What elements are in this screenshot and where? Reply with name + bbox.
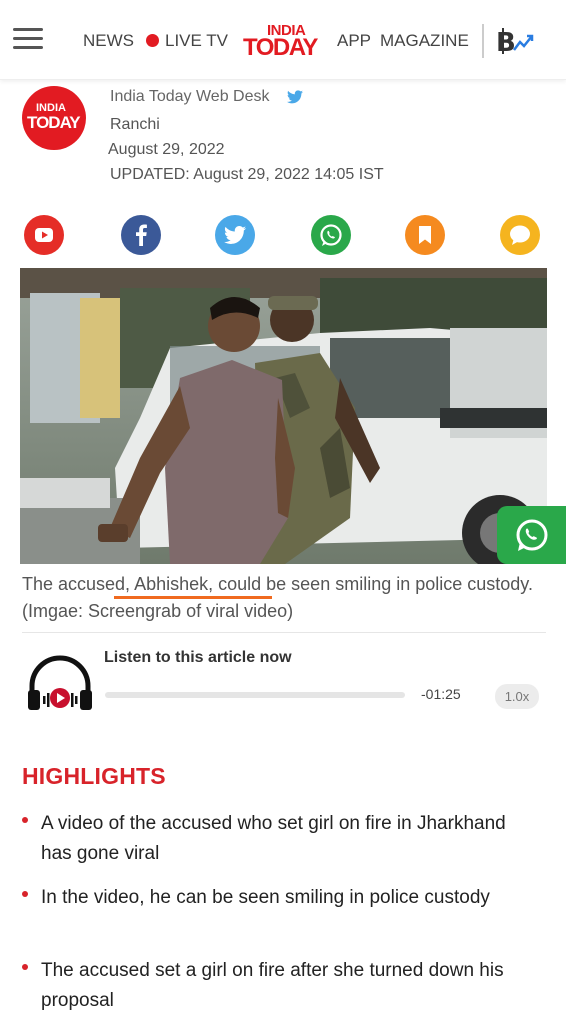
time-remaining: -01:25 (421, 686, 461, 702)
bullet-dot (22, 891, 28, 897)
bitcoin-chart-icon[interactable]: B (494, 26, 534, 58)
nav-divider (482, 24, 484, 58)
bookmark-icon[interactable] (405, 215, 445, 255)
listen-label: Listen to this article now (104, 649, 292, 666)
twitter-icon[interactable] (215, 215, 255, 255)
annotation-underline (114, 596, 272, 599)
author-avatar: INDIA TODAY (22, 86, 86, 150)
updated-timestamp: UPDATED: August 29, 2022 14:05 IST (110, 166, 384, 183)
headphone-play-icon[interactable] (26, 654, 94, 712)
highlight-item: In the video, he can be seen smiling in … (41, 887, 490, 908)
author-logo-line-2: TODAY (27, 113, 81, 132)
whatsapp-float-button[interactable] (497, 506, 566, 564)
twitter-bird-icon[interactable] (287, 90, 303, 104)
hamburger-menu-icon[interactable] (13, 28, 43, 50)
nav-app-link[interactable]: APP (337, 31, 371, 51)
logo-line-2: TODAY (243, 34, 318, 61)
publish-date: August 29, 2022 (108, 141, 225, 158)
svg-text:B: B (496, 28, 516, 56)
bullet-dot (22, 964, 28, 970)
nav-magazine-link[interactable]: MAGAZINE (380, 31, 469, 51)
india-today-logo[interactable]: INDIA TODAY (243, 22, 321, 61)
nav-news-link[interactable]: NEWS (83, 31, 134, 51)
author-location: Ranchi (110, 116, 160, 133)
whatsapp-icon[interactable] (311, 215, 351, 255)
playback-speed-button[interactable]: 1.0x (495, 684, 539, 709)
author-name[interactable]: India Today Web Desk (110, 88, 270, 106)
nav-live-tv-link[interactable]: LIVE TV (165, 31, 228, 51)
bullet-dot (22, 817, 28, 823)
highlight-item: A video of the accused who set girl on f… (41, 813, 506, 864)
facebook-icon[interactable] (121, 215, 161, 255)
live-dot-icon (146, 34, 159, 47)
highlight-item: The accused set a girl on fire after she… (41, 960, 504, 1011)
comment-icon[interactable] (500, 215, 540, 255)
youtube-icon[interactable] (24, 215, 64, 255)
highlights-heading: HIGHLIGHTS (22, 763, 166, 789)
caption-divider (22, 632, 546, 633)
image-caption: The accused, Abhishek, could be seen smi… (22, 574, 533, 621)
top-nav-bar: NEWS LIVE TV INDIA TODAY APP MAGAZINE B (0, 0, 566, 80)
article-hero-image (20, 268, 547, 564)
audio-progress-bar[interactable] (105, 692, 405, 698)
